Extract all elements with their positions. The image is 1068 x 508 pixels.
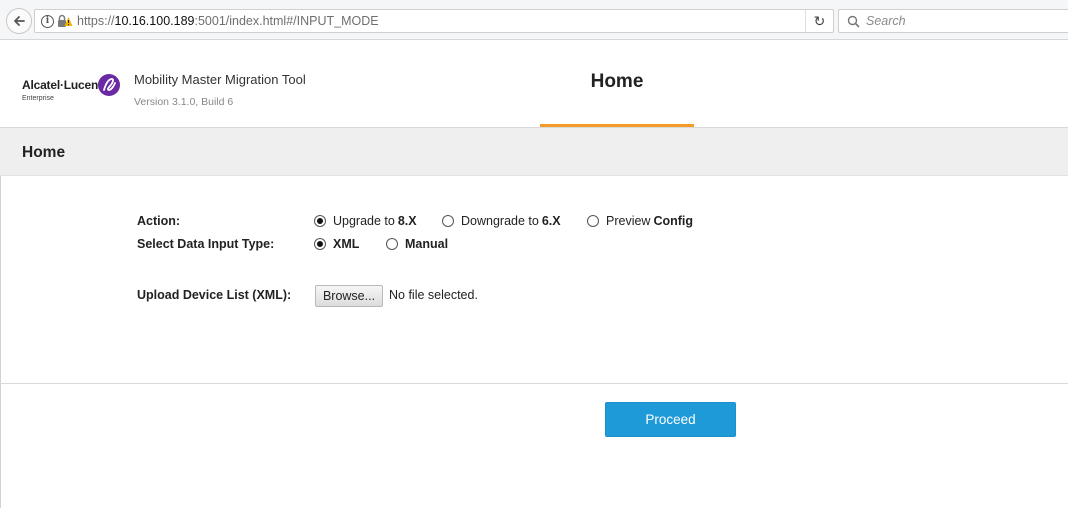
radio-button-upgrade[interactable] — [314, 215, 326, 227]
app-header: Alcatel·Lucent Enterprise Mobility Maste… — [0, 40, 1068, 128]
url-path: :5001/index.html#/INPUT_MODE — [194, 14, 379, 28]
radio-upgrade-version: 8.X — [397, 214, 417, 228]
radio-button-manual[interactable] — [386, 238, 398, 250]
lock-warning-icon[interactable] — [57, 14, 73, 28]
radio-preview-label: Preview — [606, 214, 651, 228]
browser-search-input[interactable]: Search — [838, 9, 1068, 33]
alcatel-logo-mark-icon — [98, 74, 120, 96]
proceed-button[interactable]: Proceed — [605, 402, 736, 437]
input-mode-form: Action: Upgrade to 8.X Downgrade to 6.X … — [0, 176, 1068, 384]
url-host: 10.16.100.189 — [114, 14, 195, 28]
radio-manual-label: Manual — [405, 237, 449, 251]
browser-toolbar: i https://10.16.100.189:5001/index.html#… — [0, 0, 1068, 40]
action-label: Action: — [137, 214, 181, 228]
radio-upgrade[interactable]: Upgrade to 8.X — [314, 214, 417, 228]
info-icon[interactable]: i — [41, 14, 54, 28]
section-header: Home — [0, 128, 1068, 176]
alcatel-lucent-logo: Alcatel·Lucent Enterprise — [22, 74, 122, 108]
input-type-label: Select Data Input Type: — [137, 237, 275, 251]
logo-name: Alcatel·Lucent — [22, 78, 102, 92]
radio-button-xml[interactable] — [314, 238, 326, 250]
radio-xml[interactable]: XML — [314, 237, 359, 251]
radio-xml-label: XML — [333, 237, 360, 251]
tool-title: Mobility Master Migration Tool — [134, 72, 306, 87]
radio-button-downgrade[interactable] — [442, 215, 454, 227]
reload-button[interactable]: ↻ — [805, 10, 833, 32]
radio-preview[interactable]: Preview Config — [587, 214, 693, 228]
radio-downgrade-label: Downgrade to — [461, 214, 539, 228]
tab-home[interactable]: Home — [540, 40, 694, 127]
radio-downgrade-version: 6.X — [541, 214, 561, 228]
file-status: No file selected. — [389, 288, 478, 302]
browse-button[interactable]: Browse... — [315, 285, 383, 307]
radio-downgrade[interactable]: Downgrade to 6.X — [442, 214, 561, 228]
url-scheme: https:// — [77, 14, 115, 28]
search-icon — [847, 15, 860, 28]
back-button[interactable] — [6, 8, 32, 34]
tool-version: Version 3.1.0, Build 6 — [134, 96, 234, 108]
address-bar[interactable]: i https://10.16.100.189:5001/index.html#… — [34, 9, 834, 33]
radio-manual[interactable]: Manual — [386, 237, 448, 251]
logo-sub: Enterprise — [22, 95, 54, 102]
radio-button-preview[interactable] — [587, 215, 599, 227]
radio-preview-config: Config — [653, 214, 694, 228]
radio-upgrade-label: Upgrade to — [333, 214, 395, 228]
section-title: Home — [22, 144, 66, 161]
upload-label: Upload Device List (XML): — [137, 288, 292, 302]
back-arrow-icon — [14, 16, 25, 26]
reload-icon: ↻ — [813, 12, 826, 29]
search-placeholder: Search — [866, 14, 906, 28]
